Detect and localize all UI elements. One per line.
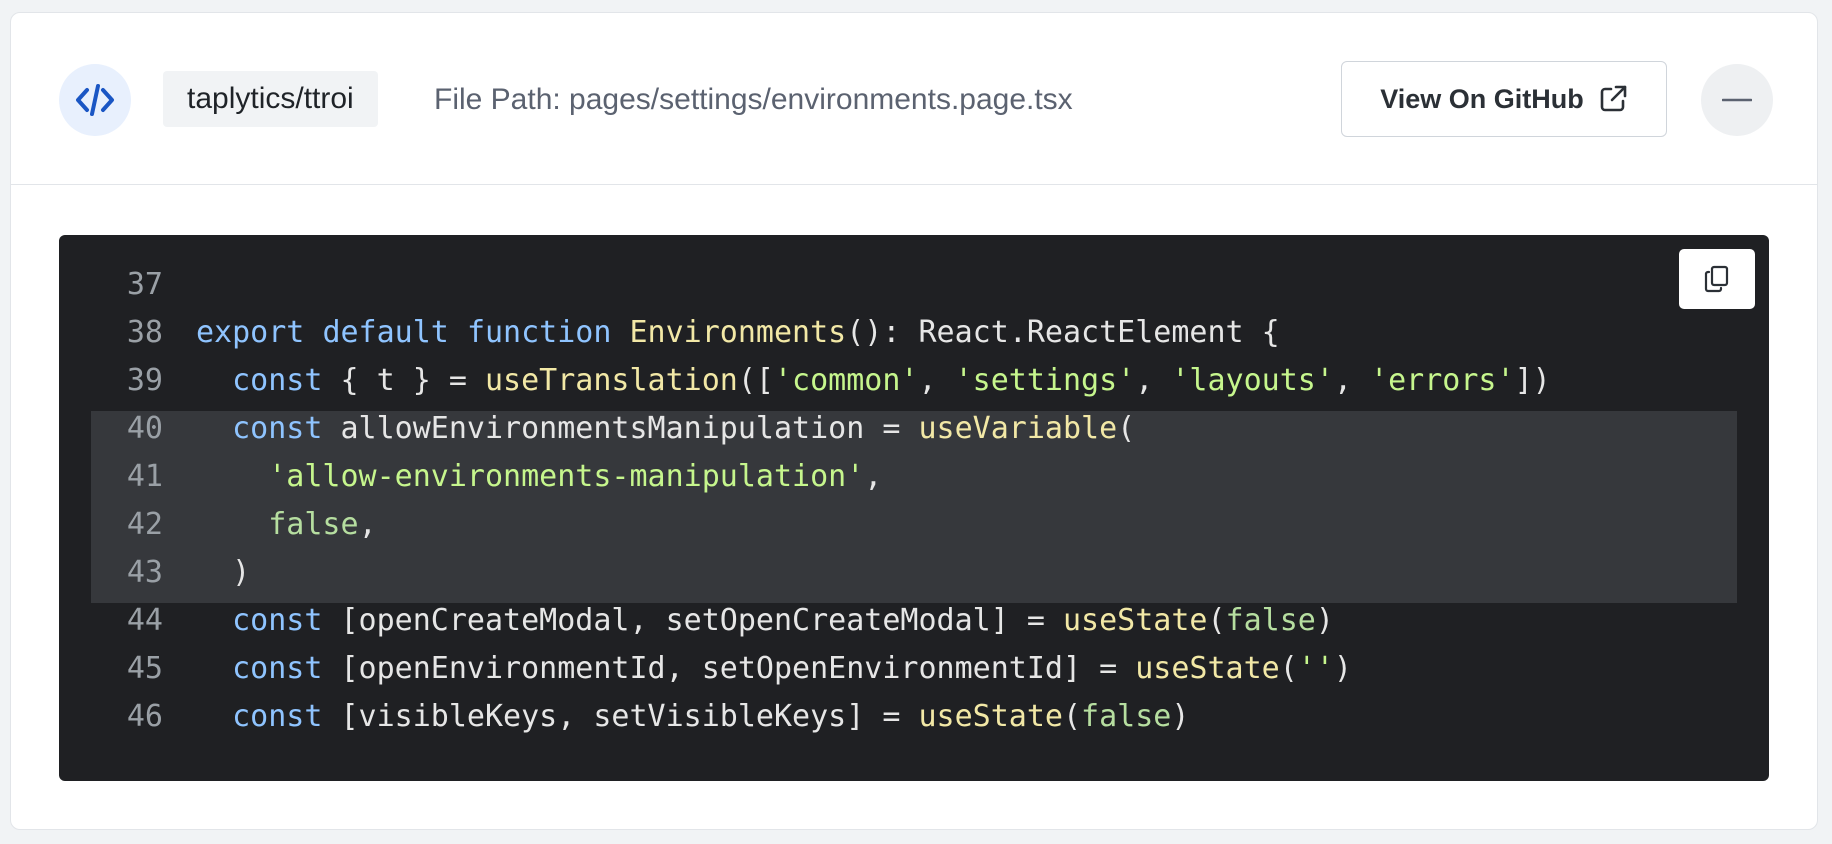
code-token: allowEnvironmentsManipulation = <box>322 411 919 446</box>
code-token: 'layouts' <box>1171 363 1334 398</box>
code-token: Environments <box>629 315 847 350</box>
code-token: useState <box>1135 651 1280 686</box>
line-number: 42 <box>126 507 163 542</box>
code-token: false <box>1081 699 1172 734</box>
line-number: 40 <box>126 411 163 446</box>
line-code: const allowEnvironmentsManipulation = us… <box>196 405 1135 453</box>
code-token: useTranslation <box>485 363 738 398</box>
collapse-button[interactable] <box>1701 64 1773 136</box>
code-token: const <box>232 411 323 446</box>
line-code: false, <box>196 501 377 549</box>
code-token: const <box>232 699 323 734</box>
code-token: ( <box>1207 603 1226 638</box>
code-line: 37 <box>59 261 1769 309</box>
code-token: export <box>196 315 305 350</box>
code-token: { t } = <box>322 363 485 398</box>
view-on-github-button[interactable]: View On GitHub <box>1341 61 1667 137</box>
line-number: 39 <box>126 363 163 398</box>
code-token: , <box>1333 363 1371 398</box>
line-code: const [openEnvironmentId, setOpenEnviron… <box>196 645 1352 693</box>
code-token: useVariable <box>918 411 1118 446</box>
code-token: ) <box>1315 603 1334 638</box>
code-token: (): React.ReactElement { <box>846 315 1280 350</box>
code-icon-badge <box>59 64 131 136</box>
view-on-github-label: View On GitHub <box>1380 83 1584 114</box>
code-token: const <box>232 363 323 398</box>
code-token: ) <box>1333 651 1352 686</box>
minus-icon <box>1722 98 1752 102</box>
code-line: 46 const [visibleKeys, setVisibleKeys] =… <box>59 693 1769 741</box>
code-token: , <box>864 459 883 494</box>
code-token: ([ <box>737 363 774 398</box>
code-line: 43 ) <box>59 549 1769 597</box>
line-number: 43 <box>126 555 163 590</box>
line-code: const [openCreateModal, setOpenCreateMod… <box>196 597 1334 645</box>
code-token: const <box>232 651 323 686</box>
code-line: 41 'allow-environments-manipulation', <box>59 453 1769 501</box>
code-snippet-card: taplytics/ttroi File Path: pages/setting… <box>10 12 1818 830</box>
file-path-label: File Path: pages/settings/environments.p… <box>434 83 1073 116</box>
code-token: function <box>466 315 612 350</box>
code-token: ( <box>1062 699 1082 734</box>
code-token: false <box>268 507 359 542</box>
code-line: 42 false, <box>59 501 1769 549</box>
code-token: [visibleKeys, setVisibleKeys] = <box>322 699 919 734</box>
code-token: default <box>322 315 449 350</box>
repository-tag: taplytics/ttroi <box>163 71 378 127</box>
external-link-icon <box>1600 85 1627 112</box>
code-token: useState <box>918 699 1063 734</box>
line-code: ) <box>196 549 250 597</box>
code-token: ( <box>1117 411 1136 446</box>
line-code: const [visibleKeys, setVisibleKeys] = us… <box>196 693 1189 741</box>
code-token: , <box>918 363 955 398</box>
code-token: [openCreateModal, setOpenCreateModal] = <box>322 603 1063 638</box>
card-header: taplytics/ttroi File Path: pages/setting… <box>11 13 1817 185</box>
code-line: 38 export default function Environments()… <box>59 309 1769 357</box>
code-line: 39 const { t } = useTranslation(['common… <box>59 357 1769 405</box>
code-token: 'errors' <box>1370 363 1515 398</box>
code-brackets-icon <box>76 84 114 116</box>
code-token: ) <box>1171 699 1190 734</box>
line-code: const { t } = useTranslation(['common', … <box>196 357 1551 405</box>
code-line: 45 const [openEnvironmentId, setOpenEnvi… <box>59 645 1769 693</box>
code-token: const <box>232 603 323 638</box>
code-token: , <box>358 507 377 542</box>
code-block: 37 38 export default function Environments… <box>59 235 1769 781</box>
code-token: ) <box>196 555 251 590</box>
line-number: 46 <box>126 699 163 734</box>
code-token: ( <box>1279 651 1298 686</box>
code-token: [openEnvironmentId, setOpenEnvironmentId… <box>322 651 1136 686</box>
code-line: 40 const allowEnvironmentsManipulation =… <box>59 405 1769 453</box>
code-token: 'common' <box>774 363 919 398</box>
line-code: 'allow-environments-manipulation', <box>196 453 882 501</box>
line-number: 41 <box>126 459 163 494</box>
code-lines: 37 38 export default function Environments… <box>59 261 1769 741</box>
line-number: 45 <box>126 651 163 686</box>
code-token: , <box>1135 363 1172 398</box>
code-token: 'allow-environments-manipulation' <box>268 459 865 494</box>
line-number: 44 <box>126 603 163 638</box>
code-line: 44 const [openCreateModal, setOpenCreate… <box>59 597 1769 645</box>
line-number: 37 <box>126 267 163 302</box>
line-number: 38 <box>126 315 163 350</box>
code-token: '' <box>1297 651 1334 686</box>
code-token: useState <box>1062 603 1208 638</box>
code-token: false <box>1225 603 1316 638</box>
code-token: ]) <box>1514 363 1551 398</box>
line-code: export default function Environments(): … <box>196 309 1280 357</box>
code-token: 'settings' <box>954 363 1136 398</box>
